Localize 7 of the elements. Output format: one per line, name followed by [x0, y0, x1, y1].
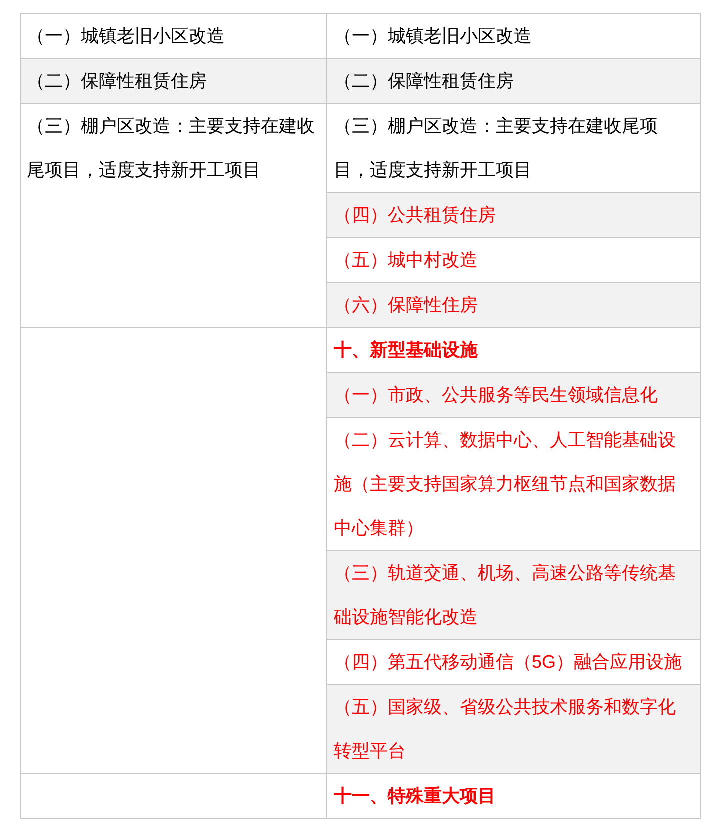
table-cell: （五）国家级、省级公共技术服务和数字化转型平台 [327, 684, 700, 773]
table-cell: （二）保障性租赁住房 [21, 59, 327, 103]
table-cell: （二）保障性租赁住房 [327, 59, 700, 103]
table-cell: （四）公共租赁住房 [327, 192, 700, 237]
table-cell: （六）保障性住房 [327, 282, 700, 327]
table-cell: （一）市政、公共服务等民生领域信息化 [327, 372, 700, 417]
table-cell: （三）轨道交通、机场、高速公路等传统基础设施智能化改造 [327, 550, 700, 639]
